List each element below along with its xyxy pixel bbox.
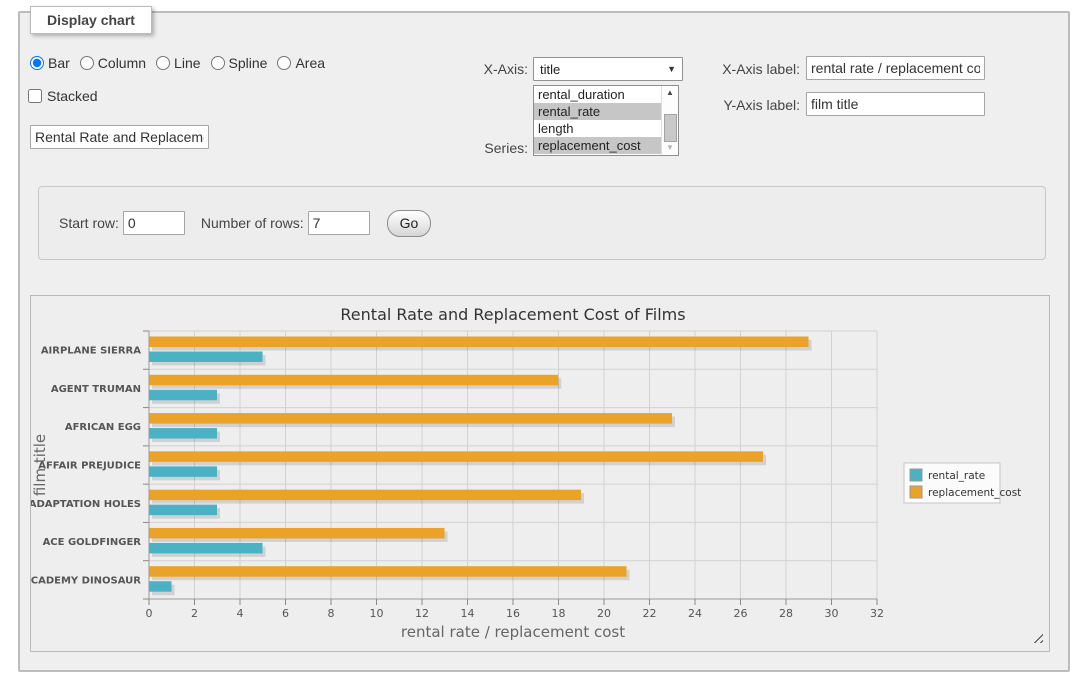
svg-text:26: 26: [734, 607, 748, 620]
svg-text:AGENT TRUMAN: AGENT TRUMAN: [51, 384, 141, 395]
start-row-label: Start row:: [59, 215, 119, 231]
svg-text:0: 0: [146, 607, 153, 620]
chart-legend: rental_rate replacement_cost: [904, 463, 1021, 503]
row-range-panel: Start row: Number of rows: Go: [38, 186, 1046, 260]
chart-type-radio-group: Bar Column Line Spline Area: [30, 55, 325, 71]
chart-type-radio-area[interactable]: [277, 56, 291, 70]
svg-text:20: 20: [597, 607, 611, 620]
svg-text:16: 16: [506, 607, 520, 620]
scroll-up-icon[interactable]: ▲: [662, 86, 678, 100]
series-multiselect[interactable]: rental_durationrental_ratelengthreplacem…: [533, 85, 679, 156]
x-axis-select-label: X-Axis:: [440, 61, 528, 77]
bar-chart: AIRPLANE SIERRA AGENT TRUMAN AFRICAN EGG AF…: [31, 296, 1049, 651]
chart-type-label: Bar: [48, 55, 70, 71]
chart-title-input[interactable]: [30, 125, 209, 149]
chart-type-label: Spline: [229, 55, 268, 71]
svg-text:ADAPTATION HOLES: ADAPTATION HOLES: [31, 499, 141, 510]
chart-type-label: Line: [174, 55, 200, 71]
series-list-label: Series:: [440, 140, 528, 156]
y-axis-label-input[interactable]: [806, 92, 985, 116]
chart-container: AIRPLANE SIERRA AGENT TRUMAN AFRICAN EGG AF…: [30, 295, 1050, 652]
svg-text:12: 12: [415, 607, 429, 620]
svg-text:10: 10: [370, 607, 384, 620]
svg-text:6: 6: [282, 607, 289, 620]
svg-text:14: 14: [461, 607, 475, 620]
chart-type-radio-line[interactable]: [156, 56, 170, 70]
chart-type-option-area[interactable]: Area: [277, 55, 325, 71]
series-options: rental_durationrental_ratelengthreplacem…: [534, 86, 661, 155]
num-rows-input[interactable]: [308, 211, 370, 235]
svg-text:AIRPLANE SIERRA: AIRPLANE SIERRA: [41, 346, 141, 357]
scrollbar-thumb[interactable]: [664, 114, 677, 142]
x-axis-label-caption: X-Axis label:: [700, 61, 800, 77]
go-button[interactable]: Go: [387, 210, 432, 237]
y-axis-label-caption: Y-Axis label:: [700, 97, 800, 113]
svg-text:22: 22: [643, 607, 657, 620]
svg-text:28: 28: [779, 607, 793, 620]
chart-type-label: Column: [98, 55, 146, 71]
svg-text:4: 4: [237, 607, 244, 620]
chart-type-option-bar[interactable]: Bar: [30, 55, 70, 71]
svg-text:30: 30: [825, 607, 839, 620]
svg-text:ACADEMY DINOSAUR: ACADEMY DINOSAUR: [31, 575, 141, 586]
series-option-rental_duration[interactable]: rental_duration: [534, 86, 661, 103]
stacked-checkbox[interactable]: [28, 89, 42, 103]
chart-type-radio-column[interactable]: [80, 56, 94, 70]
series-scrollbar[interactable]: ▲ ▼: [661, 86, 678, 155]
chart-type-option-spline[interactable]: Spline: [211, 55, 268, 71]
series-option-length[interactable]: length: [534, 120, 661, 137]
svg-text:rental_rate: rental_rate: [928, 470, 985, 482]
stacked-label: Stacked: [47, 88, 98, 104]
svg-text:rental rate / replacement cost: rental rate / replacement cost: [401, 623, 625, 641]
x-axis-select[interactable]: title ▼: [533, 57, 683, 81]
start-row-input[interactable]: [123, 211, 185, 235]
chart-type-option-line[interactable]: Line: [156, 55, 200, 71]
chart-type-radio-spline[interactable]: [211, 56, 225, 70]
svg-text:32: 32: [870, 607, 884, 620]
svg-text:8: 8: [328, 607, 335, 620]
svg-text:AFRICAN EGG: AFRICAN EGG: [65, 422, 141, 433]
stacked-checkbox-row[interactable]: Stacked: [28, 88, 98, 104]
bars: AIRPLANE SIERRA AGENT TRUMAN AFRICAN EGG AF…: [31, 337, 812, 596]
chart-type-label: Area: [295, 55, 325, 71]
fieldset-legend: Display chart: [30, 6, 152, 34]
svg-text:film title: film title: [31, 434, 49, 496]
display-chart-page: Display chart Bar Column Line Spline Area St…: [0, 0, 1081, 681]
svg-text:replacement_cost: replacement_cost: [928, 487, 1021, 499]
svg-text:18: 18: [552, 607, 566, 620]
chevron-down-icon: ▼: [667, 64, 676, 74]
series-option-replacement_cost[interactable]: replacement_cost: [534, 137, 661, 154]
svg-text:AFFAIR PREJUDICE: AFFAIR PREJUDICE: [38, 461, 141, 472]
svg-text:24: 24: [688, 607, 702, 620]
x-axis-label-input[interactable]: [806, 56, 985, 80]
x-axis-selected-value: title: [540, 62, 560, 77]
scroll-down-icon[interactable]: ▼: [662, 141, 678, 155]
svg-text:2: 2: [191, 607, 198, 620]
series-option-rental_rate[interactable]: rental_rate: [534, 103, 661, 120]
svg-text:ACE GOLDFINGER: ACE GOLDFINGER: [43, 537, 142, 548]
chart-type-option-column[interactable]: Column: [80, 55, 146, 71]
svg-text:Rental Rate and Replacement Co: Rental Rate and Replacement Cost of Film…: [340, 305, 685, 324]
num-rows-label: Number of rows:: [201, 215, 304, 231]
chart-type-radio-bar[interactable]: [30, 56, 44, 70]
